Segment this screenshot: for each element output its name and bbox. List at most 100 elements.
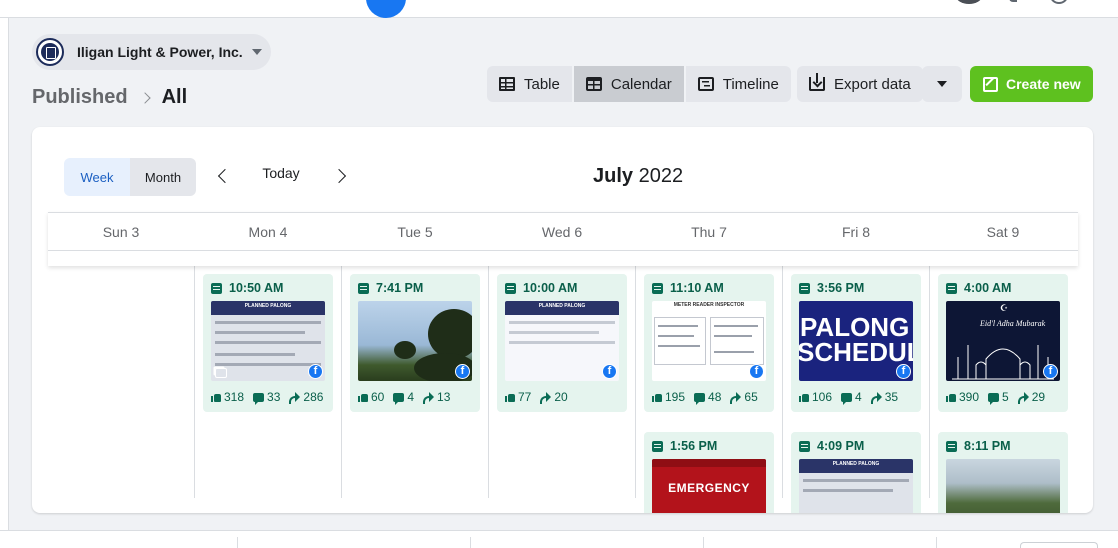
facebook-badge-icon: f xyxy=(749,364,764,379)
week-day-header: Sun 3 Mon 4 Tue 5 Wed 6 Thu 7 Fri 8 Sat … xyxy=(48,212,1078,266)
month-year-title: July 2022 xyxy=(593,165,683,188)
comment-icon xyxy=(988,392,1000,405)
page-avatar xyxy=(36,38,64,66)
share-icon xyxy=(423,392,435,404)
comment-count: 4 xyxy=(855,390,862,404)
like-icon xyxy=(799,392,809,402)
thumbnail-title: METER READER INSPECTOR xyxy=(673,302,745,308)
bottom-control[interactable] xyxy=(1020,542,1098,548)
post-card-fri-2[interactable]: 4:09 PM PLANNED PALONG xyxy=(791,432,921,513)
share-count: 65 xyxy=(744,390,758,404)
like-count: 60 xyxy=(371,390,385,404)
facebook-badge-icon: f xyxy=(1043,364,1058,379)
post-card-fri[interactable]: 3:56 PM PALONG SCHEDUL f 106 4 35 xyxy=(791,274,921,412)
post-card-mon[interactable]: 10:50 AM PLANNED PALONG f 318 33 286 xyxy=(203,274,333,412)
table-view-button[interactable]: Table xyxy=(487,66,572,102)
day-header-sat: Sat 9 xyxy=(986,224,1020,240)
post-stats: 106 4 35 xyxy=(799,390,907,405)
facebook-badge-icon: f xyxy=(455,364,470,379)
export-data-button[interactable]: Export data xyxy=(797,66,923,102)
share-icon xyxy=(289,392,301,404)
post-time: 4:09 PM xyxy=(799,439,864,453)
comment-icon xyxy=(393,392,405,405)
thumbnail-title: EMERGENCY xyxy=(668,481,750,495)
calendar-card: Week Month Today July 2022 Sun 3 Mon 4 T… xyxy=(32,127,1093,513)
month-tab[interactable]: Month xyxy=(130,158,196,196)
post-type-icon xyxy=(799,440,810,452)
share-count: 35 xyxy=(884,390,899,404)
post-thumbnail: PLANNED PALONG f xyxy=(505,301,619,381)
post-time: 10:50 AM xyxy=(211,281,283,295)
week-tab[interactable]: Week xyxy=(64,158,130,196)
like-icon xyxy=(211,392,221,402)
create-new-button[interactable]: Create new xyxy=(970,66,1093,102)
today-button[interactable]: Today xyxy=(254,165,308,181)
page-name: Iligan Light & Power, Inc. xyxy=(77,44,243,60)
calendar-view-button[interactable]: Calendar xyxy=(573,66,684,102)
post-type-icon xyxy=(652,282,663,294)
comment-icon xyxy=(253,392,265,405)
facebook-badge-icon: f xyxy=(308,364,323,379)
post-thumbnail: PLANNED PALONG xyxy=(799,459,913,513)
page-switcher[interactable]: Iligan Light & Power, Inc. xyxy=(32,34,271,70)
top-navigation-bar xyxy=(0,0,1118,18)
post-time-label: 10:00 AM xyxy=(523,281,578,295)
post-thumbnail: EMERGENCY xyxy=(652,459,766,513)
help-icon[interactable] xyxy=(1009,0,1017,2)
post-stats: 318 33 286 xyxy=(211,390,332,405)
post-thumbnail: PALONG SCHEDUL f xyxy=(799,301,913,381)
scrollbar-track[interactable] xyxy=(1111,18,1118,530)
chevron-right-icon[interactable] xyxy=(331,168,347,184)
comment-count: 48 xyxy=(708,390,722,404)
post-time: 8:11 PM xyxy=(946,439,1011,453)
post-card-sat[interactable]: 4:00 AM ☪ Eid'l Adha Mubarak f 390 5 29 xyxy=(938,274,1068,412)
comment-count: 5 xyxy=(1002,390,1009,404)
thumbnail-line-2: SCHEDUL xyxy=(799,337,913,367)
post-type-icon xyxy=(799,282,810,294)
post-type-icon xyxy=(505,282,516,294)
facebook-badge-icon: f xyxy=(896,364,911,379)
multi-photo-icon xyxy=(215,368,227,378)
comment-count: 4 xyxy=(407,390,415,404)
post-thumbnail: ☪ Eid'l Adha Mubarak f xyxy=(946,301,1060,381)
caret-down-icon xyxy=(937,81,947,87)
breadcrumb-published[interactable]: Published xyxy=(32,86,128,109)
view-toggle-group: Table Calendar Timeline xyxy=(487,66,791,102)
post-time: 3:56 PM xyxy=(799,281,864,295)
post-card-tue[interactable]: 7:41 PM f 60 4 13 xyxy=(350,274,480,412)
timeline-view-button[interactable]: Timeline xyxy=(685,66,791,102)
breadcrumb-current: All xyxy=(161,86,188,108)
post-thumbnail xyxy=(946,459,1060,513)
post-card-thu[interactable]: 11:10 AM METER READER INSPECTOR f 195 48… xyxy=(644,274,774,412)
day-header-fri: Fri 8 xyxy=(842,224,870,240)
like-count: 106 xyxy=(812,390,833,404)
like-icon xyxy=(358,392,368,402)
share-count: 20 xyxy=(554,390,568,404)
post-card-wed[interactable]: 10:00 AM PLANNED PALONG f 77 20 xyxy=(497,274,627,412)
more-options-dropdown-button[interactable] xyxy=(922,66,962,102)
comment-count: 33 xyxy=(267,390,281,404)
post-time: 7:41 PM xyxy=(358,281,423,295)
like-count: 390 xyxy=(959,390,980,404)
calendar-view-label: Calendar xyxy=(610,75,672,93)
post-card-thu-2[interactable]: 1:56 PM EMERGENCY xyxy=(644,432,774,513)
post-time-label: 4:09 PM xyxy=(817,439,865,453)
profile-avatar[interactable] xyxy=(956,0,982,4)
bottom-panel-edge xyxy=(0,530,1118,548)
notifications-icon[interactable] xyxy=(1050,0,1068,4)
post-thumbnail: METER READER INSPECTOR f xyxy=(652,301,766,381)
share-count: 29 xyxy=(1031,390,1046,404)
post-card-sat-2[interactable]: 8:11 PM xyxy=(938,432,1068,513)
post-time-label: 3:56 PM xyxy=(817,281,865,295)
left-sidebar-edge xyxy=(0,18,9,548)
chevron-left-icon[interactable] xyxy=(217,168,233,184)
day-header-tue: Tue 5 xyxy=(397,224,433,240)
post-stats: 390 5 29 xyxy=(946,390,1054,405)
post-time-label: 8:11 PM xyxy=(964,439,1011,453)
share-count: 13 xyxy=(437,390,451,404)
post-time: 11:10 AM xyxy=(652,281,724,295)
thumbnail-title: PLANNED PALONG xyxy=(538,303,586,309)
post-time: 1:56 PM xyxy=(652,439,717,453)
facebook-logo-icon[interactable] xyxy=(366,0,406,18)
calendar-icon xyxy=(585,77,602,91)
